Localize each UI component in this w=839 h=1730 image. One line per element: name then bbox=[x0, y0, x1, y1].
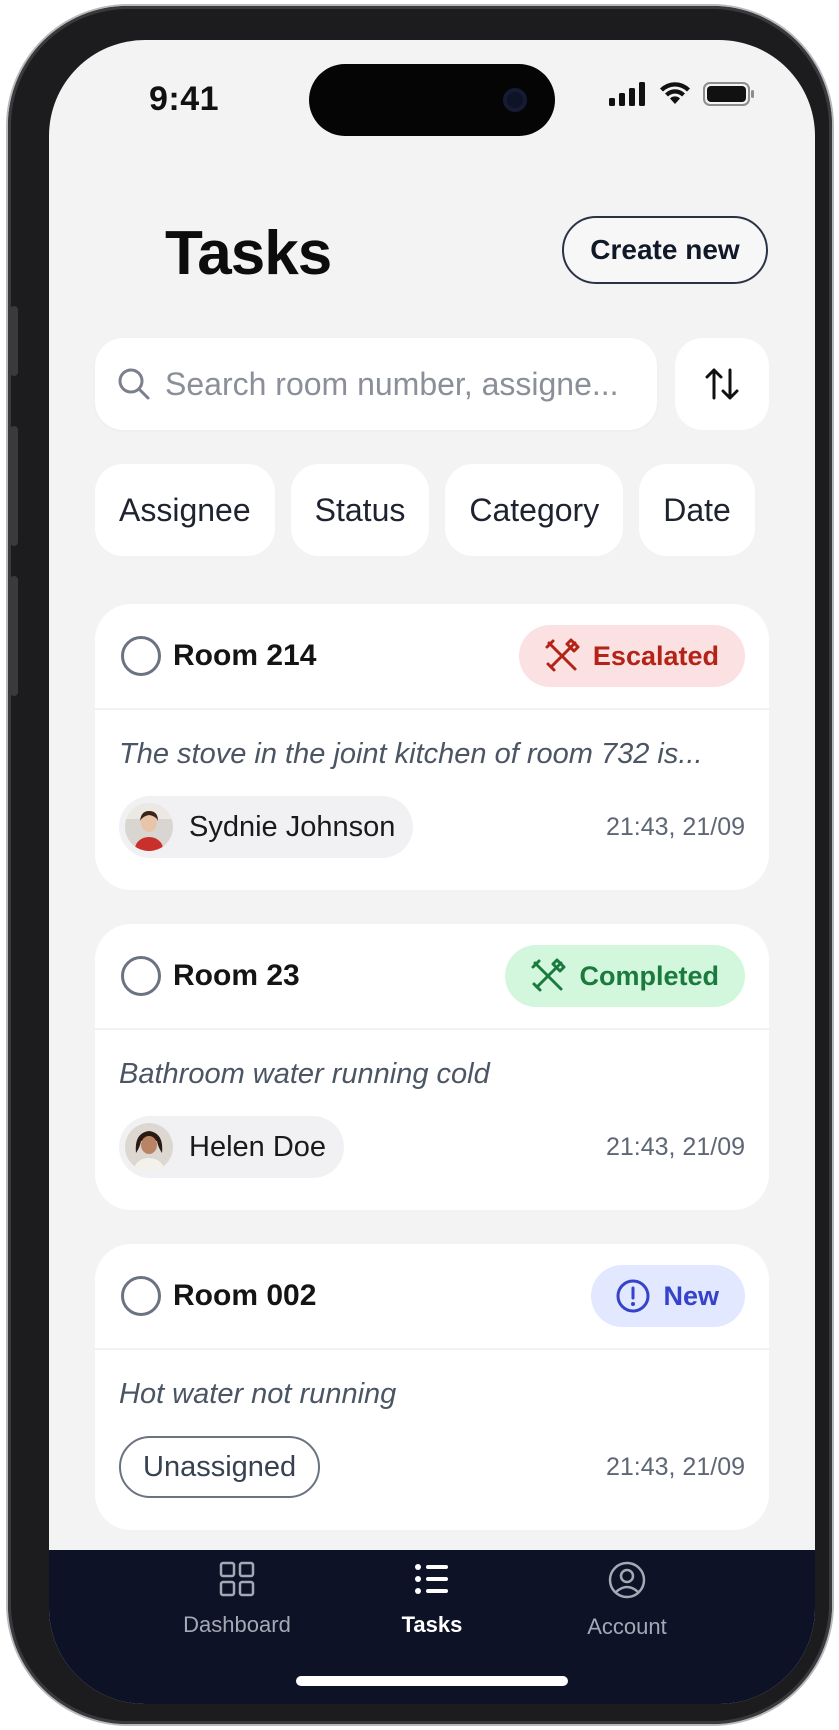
task-room: Room 214 bbox=[173, 639, 317, 672]
sort-button[interactable] bbox=[675, 338, 769, 430]
battery-icon bbox=[703, 82, 754, 106]
task-description: Hot water not running bbox=[119, 1378, 397, 1410]
dynamic-island bbox=[309, 64, 555, 136]
grid-icon bbox=[219, 1561, 255, 1597]
task-room: Room 002 bbox=[173, 1279, 317, 1312]
task-select-radio[interactable] bbox=[121, 636, 161, 676]
search-field[interactable] bbox=[95, 338, 657, 430]
task-card-header: Room 23 Completed bbox=[95, 924, 769, 1030]
list-icon bbox=[415, 1564, 448, 1594]
task-select-radio[interactable] bbox=[121, 1276, 161, 1316]
tab-tasks[interactable]: Tasks bbox=[342, 1560, 522, 1638]
task-timestamp: 21:43, 21/09 bbox=[605, 1132, 745, 1161]
wifi-icon bbox=[660, 82, 690, 104]
task-card-footer: Sydnie Johnson 21:43, 21/09 bbox=[95, 784, 769, 858]
task-select-radio[interactable] bbox=[121, 956, 161, 996]
task-card-footer: Unassigned 21:43, 21/09 bbox=[95, 1424, 769, 1498]
assignee-name: Sydnie Johnson bbox=[189, 810, 396, 843]
filter-chip-assignee[interactable]: Assignee bbox=[95, 464, 275, 556]
assignee-name: Helen Doe bbox=[189, 1130, 327, 1163]
create-new-button[interactable]: Create new bbox=[562, 216, 768, 284]
silent-switch bbox=[10, 306, 18, 376]
tab-dashboard[interactable]: Dashboard bbox=[147, 1560, 327, 1638]
status-badge-label: Completed bbox=[579, 960, 719, 991]
volume-down-button bbox=[10, 576, 18, 696]
tools-icon bbox=[545, 638, 580, 672]
task-card[interactable]: Room 214 Escalated The stove in the join… bbox=[95, 604, 769, 890]
task-card[interactable]: Room 23 Completed Bathroom water running… bbox=[95, 924, 769, 1210]
filter-chip-status[interactable]: Status bbox=[290, 464, 430, 556]
search-input[interactable] bbox=[165, 365, 635, 403]
volume-up-button bbox=[10, 426, 18, 546]
tab-label: Tasks bbox=[401, 1612, 463, 1637]
user-circle-icon bbox=[608, 1561, 646, 1599]
filter-chips: Assignee Status Category Date bbox=[95, 464, 755, 556]
task-timestamp: 21:43, 21/09 bbox=[605, 812, 745, 841]
app-screen: 9:41 Tasks Create new Search room number… bbox=[49, 40, 815, 1704]
filter-chip-category[interactable]: Category bbox=[445, 464, 624, 556]
assignee-chip[interactable]: Sydnie Johnson bbox=[119, 796, 414, 858]
task-card-footer: Helen Doe 21:43, 21/09 bbox=[95, 1104, 769, 1178]
status-badge-label: New bbox=[663, 1280, 719, 1311]
task-description: The stove in the joint kitchen of room 7… bbox=[119, 738, 703, 770]
status-badge: New bbox=[591, 1265, 745, 1327]
avatar-image bbox=[125, 803, 173, 851]
task-room: Room 23 bbox=[173, 959, 300, 992]
search-icon bbox=[118, 368, 150, 400]
avatar bbox=[125, 803, 173, 851]
status-badge: Completed bbox=[505, 945, 745, 1007]
status-icons bbox=[609, 82, 755, 106]
task-card[interactable]: Room 002 New Hot water not running Unass… bbox=[95, 1244, 769, 1530]
tab-label: Account bbox=[587, 1614, 667, 1639]
page-title: Tasks bbox=[165, 219, 332, 288]
exclamation-circle-icon bbox=[616, 1279, 650, 1313]
task-card-header: Room 002 New bbox=[95, 1244, 769, 1350]
task-card-header: Room 214 Escalated bbox=[95, 604, 769, 710]
status-time: 9:41 bbox=[149, 80, 220, 118]
assignee-chip[interactable]: Helen Doe bbox=[119, 1116, 345, 1178]
avatar-image bbox=[125, 1123, 173, 1171]
tab-account[interactable]: Account bbox=[537, 1560, 717, 1640]
sort-arrows-icon bbox=[705, 368, 739, 400]
camera-icon bbox=[503, 88, 527, 112]
signal-icon bbox=[609, 82, 645, 106]
home-indicator bbox=[296, 1676, 568, 1686]
status-badge-label: Escalated bbox=[592, 640, 719, 671]
tools-icon bbox=[531, 958, 566, 992]
phone-frame: 9:41 Tasks Create new Search room number… bbox=[8, 6, 832, 1724]
unassigned-chip[interactable]: Unassigned bbox=[119, 1436, 321, 1498]
task-timestamp: 21:43, 21/09 bbox=[605, 1452, 745, 1481]
status-badge: Escalated bbox=[518, 625, 745, 687]
task-description: Bathroom water running cold bbox=[119, 1058, 490, 1090]
avatar bbox=[125, 1123, 173, 1171]
tab-label: Dashboard bbox=[183, 1612, 291, 1637]
filter-chip-date[interactable]: Date bbox=[639, 464, 755, 556]
status-bar: 9:41 bbox=[49, 40, 815, 170]
